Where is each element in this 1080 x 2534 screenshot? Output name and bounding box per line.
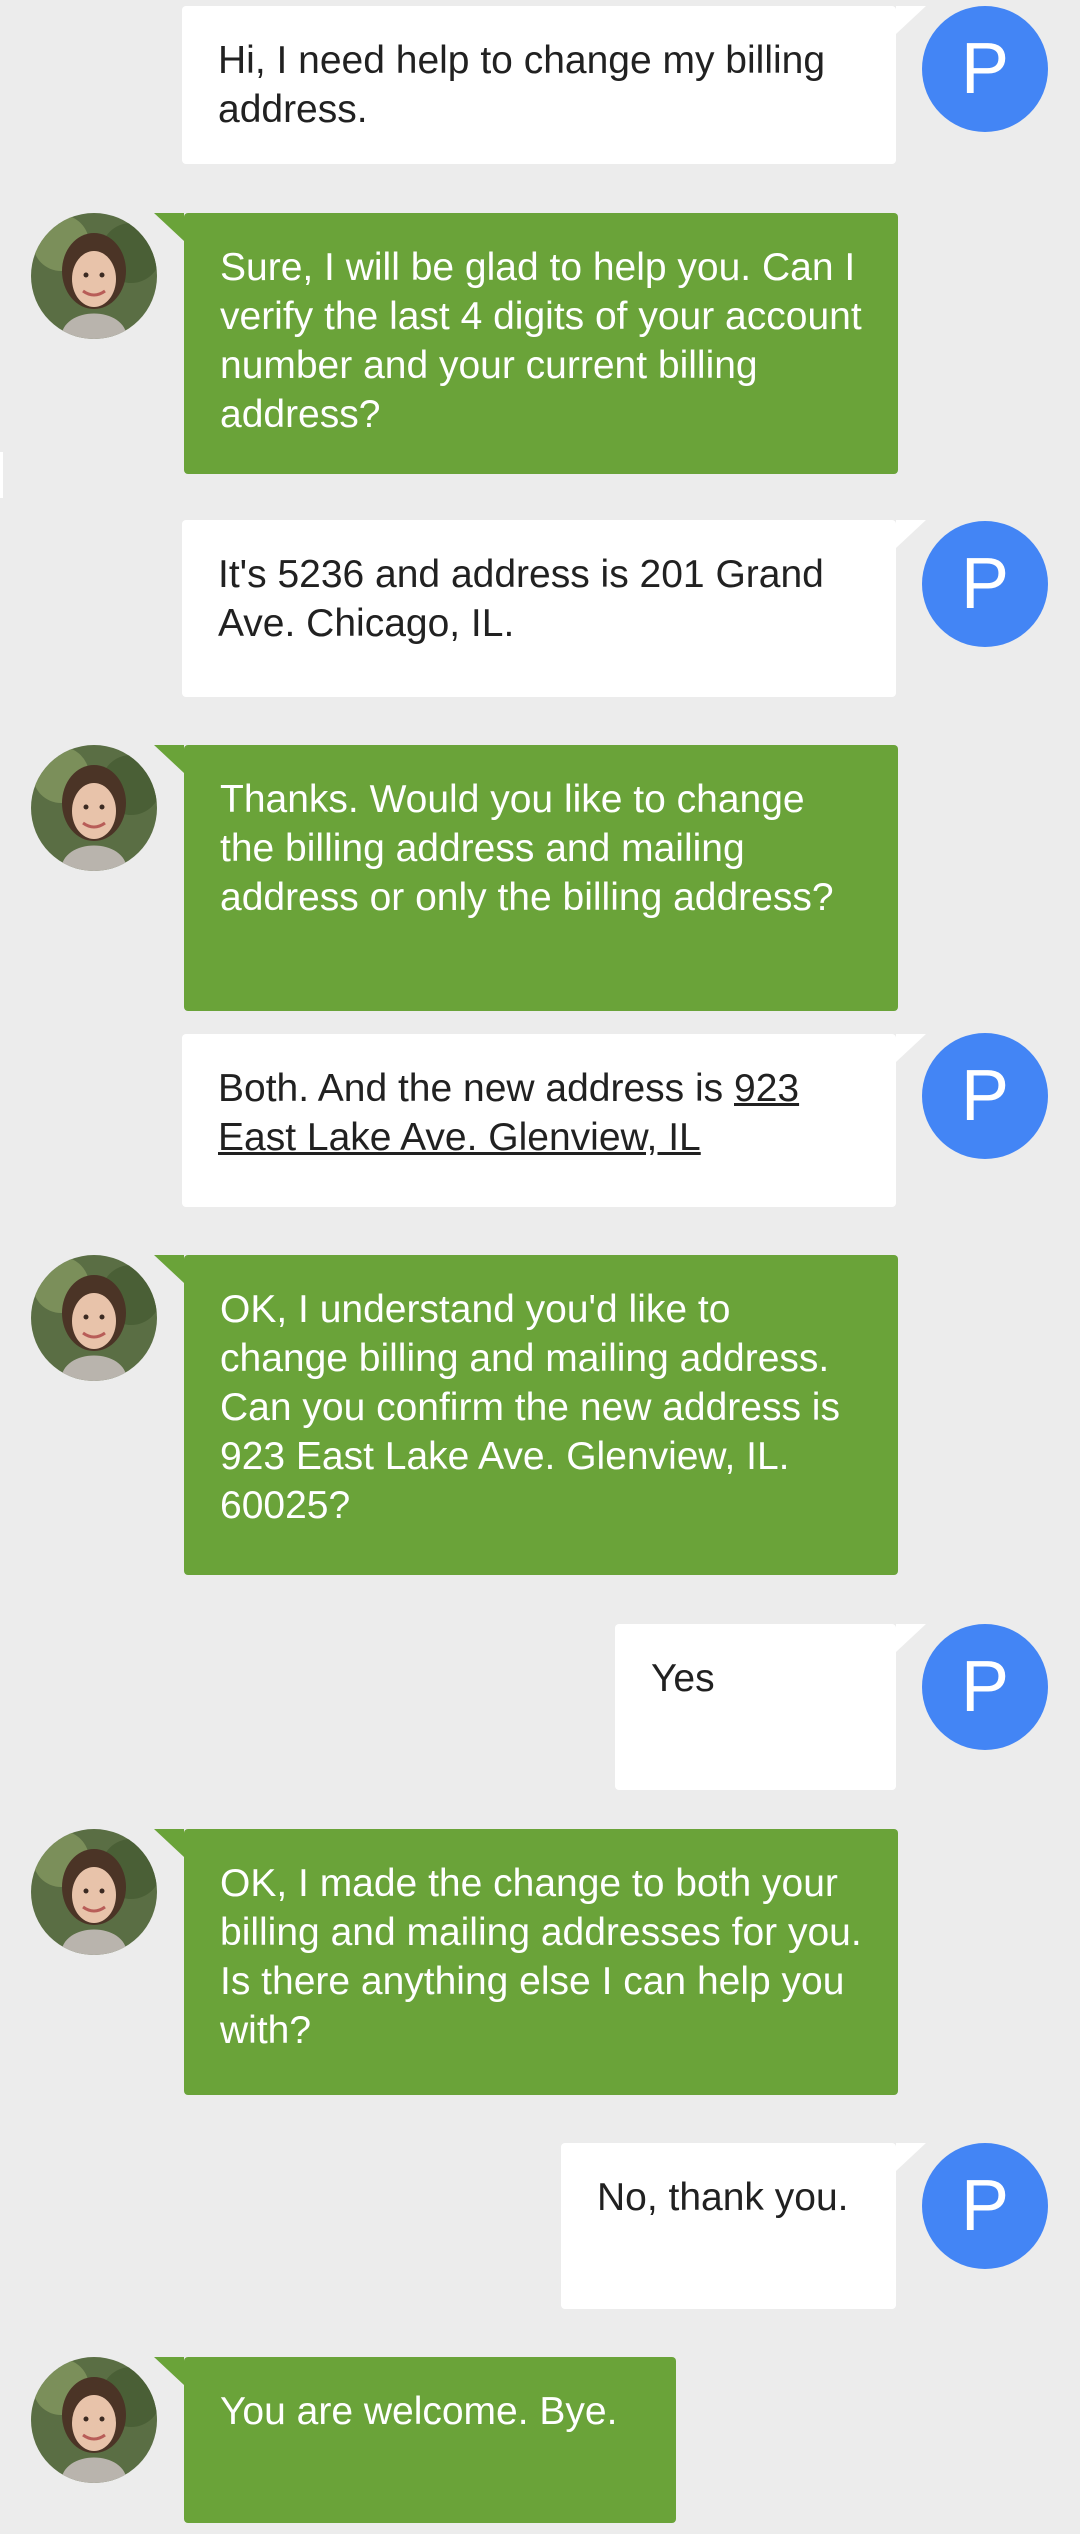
user-message: No, thank you.	[561, 2143, 926, 2309]
message-text: It's 5236 and address is 201 Grand Ave. …	[218, 553, 824, 645]
avatar-letter: P	[960, 2166, 1010, 2246]
message-text: No, thank you.	[597, 2176, 849, 2219]
edge-marker	[0, 452, 3, 498]
user-message: Both. And the new address is 923 East La…	[182, 1034, 926, 1207]
agent-avatar-icon	[31, 213, 157, 339]
user-message: It's 5236 and address is 201 Grand Ave. …	[182, 520, 926, 697]
agent-message: Sure, I will be glad to help you. Can I …	[154, 213, 898, 474]
user-avatar-icon: P	[922, 1624, 1048, 1750]
agent-avatar-icon	[31, 2357, 157, 2483]
agent-message: OK, I made the change to both your billi…	[154, 1829, 898, 2095]
user-avatar-icon: P	[922, 6, 1048, 132]
user-avatar-icon: P	[922, 521, 1048, 647]
agent-avatar-icon	[31, 745, 157, 871]
agent-message: OK, I understand you'd like to change bi…	[154, 1255, 898, 1575]
message-text: Thanks. Would you like to change the bil…	[220, 778, 834, 919]
chat-conversation: Hi, I need help to change my billing add…	[0, 0, 1080, 2534]
avatar-letter: P	[960, 1056, 1010, 1136]
avatar-letter: P	[960, 29, 1010, 109]
message-text: Sure, I will be glad to help you. Can I …	[220, 246, 862, 436]
user-avatar-icon: P	[922, 1033, 1048, 1159]
message-text: Hi, I need help to change my billing add…	[218, 39, 826, 131]
agent-message: You are welcome. Bye.	[154, 2357, 676, 2523]
user-avatar-icon: P	[922, 2143, 1048, 2269]
user-message: Hi, I need help to change my billing add…	[182, 6, 926, 164]
message-text: Both. And the new address is	[218, 1067, 734, 1110]
agent-avatar-icon	[31, 1255, 157, 1381]
message-text: OK, I made the change to both your billi…	[220, 1862, 862, 2052]
agent-message: Thanks. Would you like to change the bil…	[154, 745, 898, 1011]
avatar-letter: P	[960, 544, 1010, 624]
message-text: You are welcome. Bye.	[220, 2390, 618, 2433]
avatar-letter: P	[960, 1647, 1010, 1727]
user-message: Yes	[615, 1624, 926, 1790]
message-text: OK, I understand you'd like to change bi…	[220, 1288, 840, 1527]
message-text: Yes	[651, 1657, 715, 1700]
agent-avatar-icon	[31, 1829, 157, 1955]
